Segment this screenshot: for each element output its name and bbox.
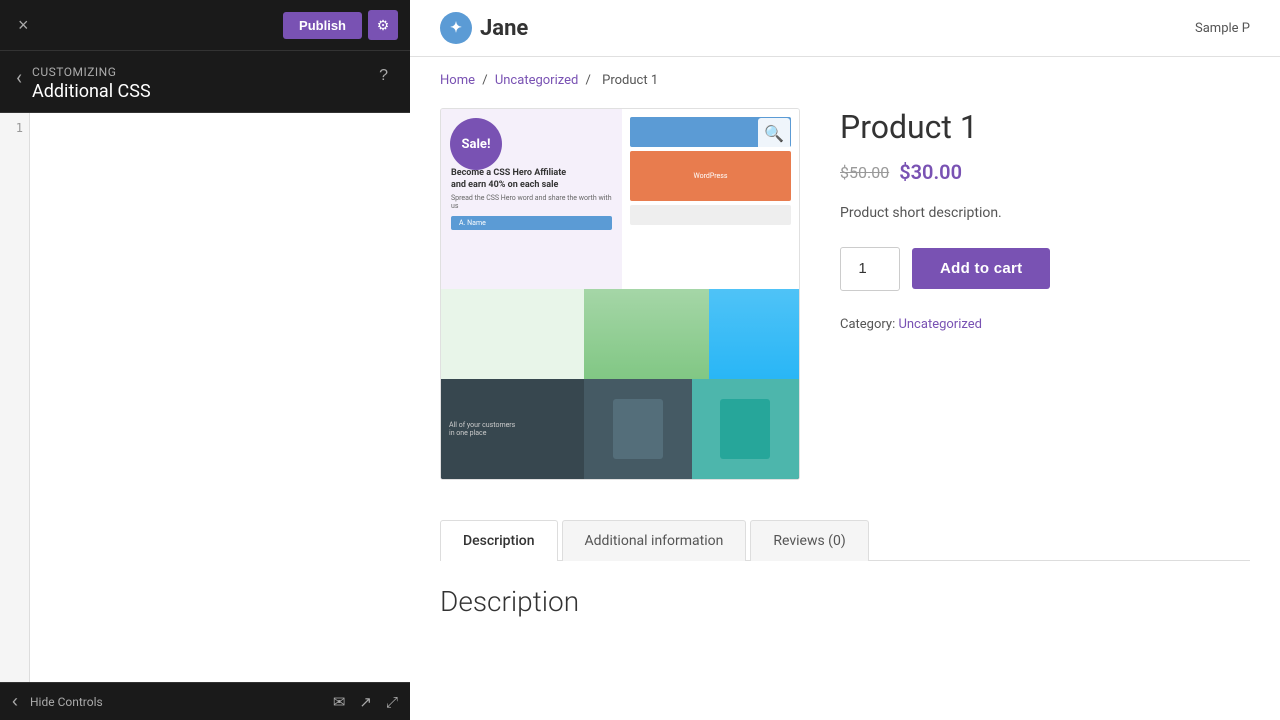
hide-controls-label: Hide Controls [30, 695, 103, 709]
product-tabs: Description Additional information Revie… [440, 520, 1250, 618]
site-name: Jane [480, 16, 528, 41]
product-image-bottom: All of your customersin one place [441, 379, 799, 479]
customizer-header: × Publish ⚙ [0, 0, 410, 51]
hide-controls-button[interactable]: ‹ [12, 691, 18, 712]
publish-button[interactable]: Publish [283, 12, 362, 39]
product-images: Sale! 🔍 Become a CSS Hero Affiliateand e… [440, 108, 800, 480]
site-preview: ✦ Jane Sample P Home / Uncategorized / P… [410, 0, 1280, 720]
tab-content: Description [440, 561, 1250, 618]
breadcrumb-sep2: / [586, 73, 591, 88]
add-to-cart-button[interactable]: Add to cart [912, 248, 1050, 289]
img-hero-text: Become a CSS Hero Affiliateand earn 40% … [451, 168, 612, 191]
img-bot-right [692, 379, 799, 479]
img-mid-center [584, 289, 709, 379]
logo-icon: ✦ [440, 12, 472, 44]
breadcrumb-sep1: / [482, 73, 487, 88]
site-header: ✦ Jane Sample P [410, 0, 1280, 57]
price-new: $30.00 [899, 160, 962, 184]
category-link[interactable]: Uncategorized [898, 317, 981, 332]
customizing-text: Customizing Additional CSS [32, 65, 373, 102]
product-image-middle [441, 289, 799, 379]
site-nav: Sample P [1195, 21, 1250, 36]
close-button[interactable]: × [12, 14, 35, 36]
img-affiliate-btn: A. Name [451, 216, 612, 230]
breadcrumb-home[interactable]: Home [440, 73, 475, 88]
back-arrow-icon[interactable]: ‹ [16, 67, 22, 87]
product-info: Product 1 $50.00 $30.00 Product short de… [840, 108, 1250, 480]
img-bot-device [613, 399, 663, 459]
breadcrumb-uncategorized[interactable]: Uncategorized [495, 73, 578, 88]
footer-icons: ✉ ↗ ⤢ [333, 693, 398, 711]
customizing-section: ‹ Customizing Additional CSS ? [0, 51, 410, 113]
product-main-image: Become a CSS Hero Affiliateand earn 40% … [440, 108, 800, 480]
site-content: Home / Uncategorized / Product 1 Sale! 🔍… [410, 57, 1280, 720]
help-button[interactable]: ? [373, 65, 394, 87]
customizing-label: Customizing [32, 65, 373, 79]
gear-button[interactable]: ⚙ [368, 10, 398, 40]
breadcrumb-current: Product 1 [602, 73, 658, 88]
tab-section-title: Description [440, 585, 1250, 618]
tabs-nav: Description Additional information Revie… [440, 520, 1250, 561]
product-title: Product 1 [840, 108, 1250, 146]
header-actions: Publish ⚙ [283, 10, 398, 40]
css-editor-area: 1 [0, 113, 410, 682]
img-mid-left [441, 289, 584, 379]
quantity-input[interactable] [840, 247, 900, 291]
img-hero-sub: Spread the CSS Hero word and share the w… [451, 194, 612, 210]
line-numbers: 1 [0, 113, 30, 682]
img-bot-left: All of your customersin one place [441, 379, 584, 479]
share-icon[interactable]: ↗ [359, 693, 372, 711]
img-card-gray [630, 205, 791, 225]
mail-icon[interactable]: ✉ [333, 693, 346, 711]
img-mid-right [709, 289, 799, 379]
sale-badge: Sale! [450, 118, 502, 170]
product-layout: Sale! 🔍 Become a CSS Hero Affiliateand e… [440, 108, 1250, 480]
product-price: $50.00 $30.00 [840, 160, 1250, 184]
price-old: $50.00 [840, 163, 889, 182]
img-card-text: WordPress [693, 172, 727, 180]
customizer-panel: × Publish ⚙ ‹ Customizing Additional CSS… [0, 0, 410, 720]
tab-reviews[interactable]: Reviews (0) [750, 520, 868, 561]
breadcrumb: Home / Uncategorized / Product 1 [440, 57, 1250, 108]
img-bot-text: All of your customersin one place [449, 421, 576, 437]
css-input[interactable] [30, 113, 410, 682]
external-link-icon[interactable]: ⤢ [386, 693, 398, 711]
category-label: Category: [840, 317, 895, 332]
add-to-cart-row: Add to cart [840, 247, 1250, 291]
zoom-button[interactable]: 🔍 [758, 118, 790, 150]
product-short-description: Product short description. [840, 202, 1250, 224]
img-bot-device-2 [720, 399, 770, 459]
site-logo[interactable]: ✦ Jane [440, 12, 528, 44]
tab-additional-information[interactable]: Additional information [562, 520, 747, 561]
customizer-footer: ‹ Hide Controls ✉ ↗ ⤢ [0, 682, 410, 720]
customizing-title: Additional CSS [32, 81, 373, 102]
tab-description[interactable]: Description [440, 520, 558, 561]
img-bot-center [584, 379, 691, 479]
img-card-orange: WordPress [630, 151, 791, 201]
product-category: Category: Uncategorized [840, 317, 1250, 332]
